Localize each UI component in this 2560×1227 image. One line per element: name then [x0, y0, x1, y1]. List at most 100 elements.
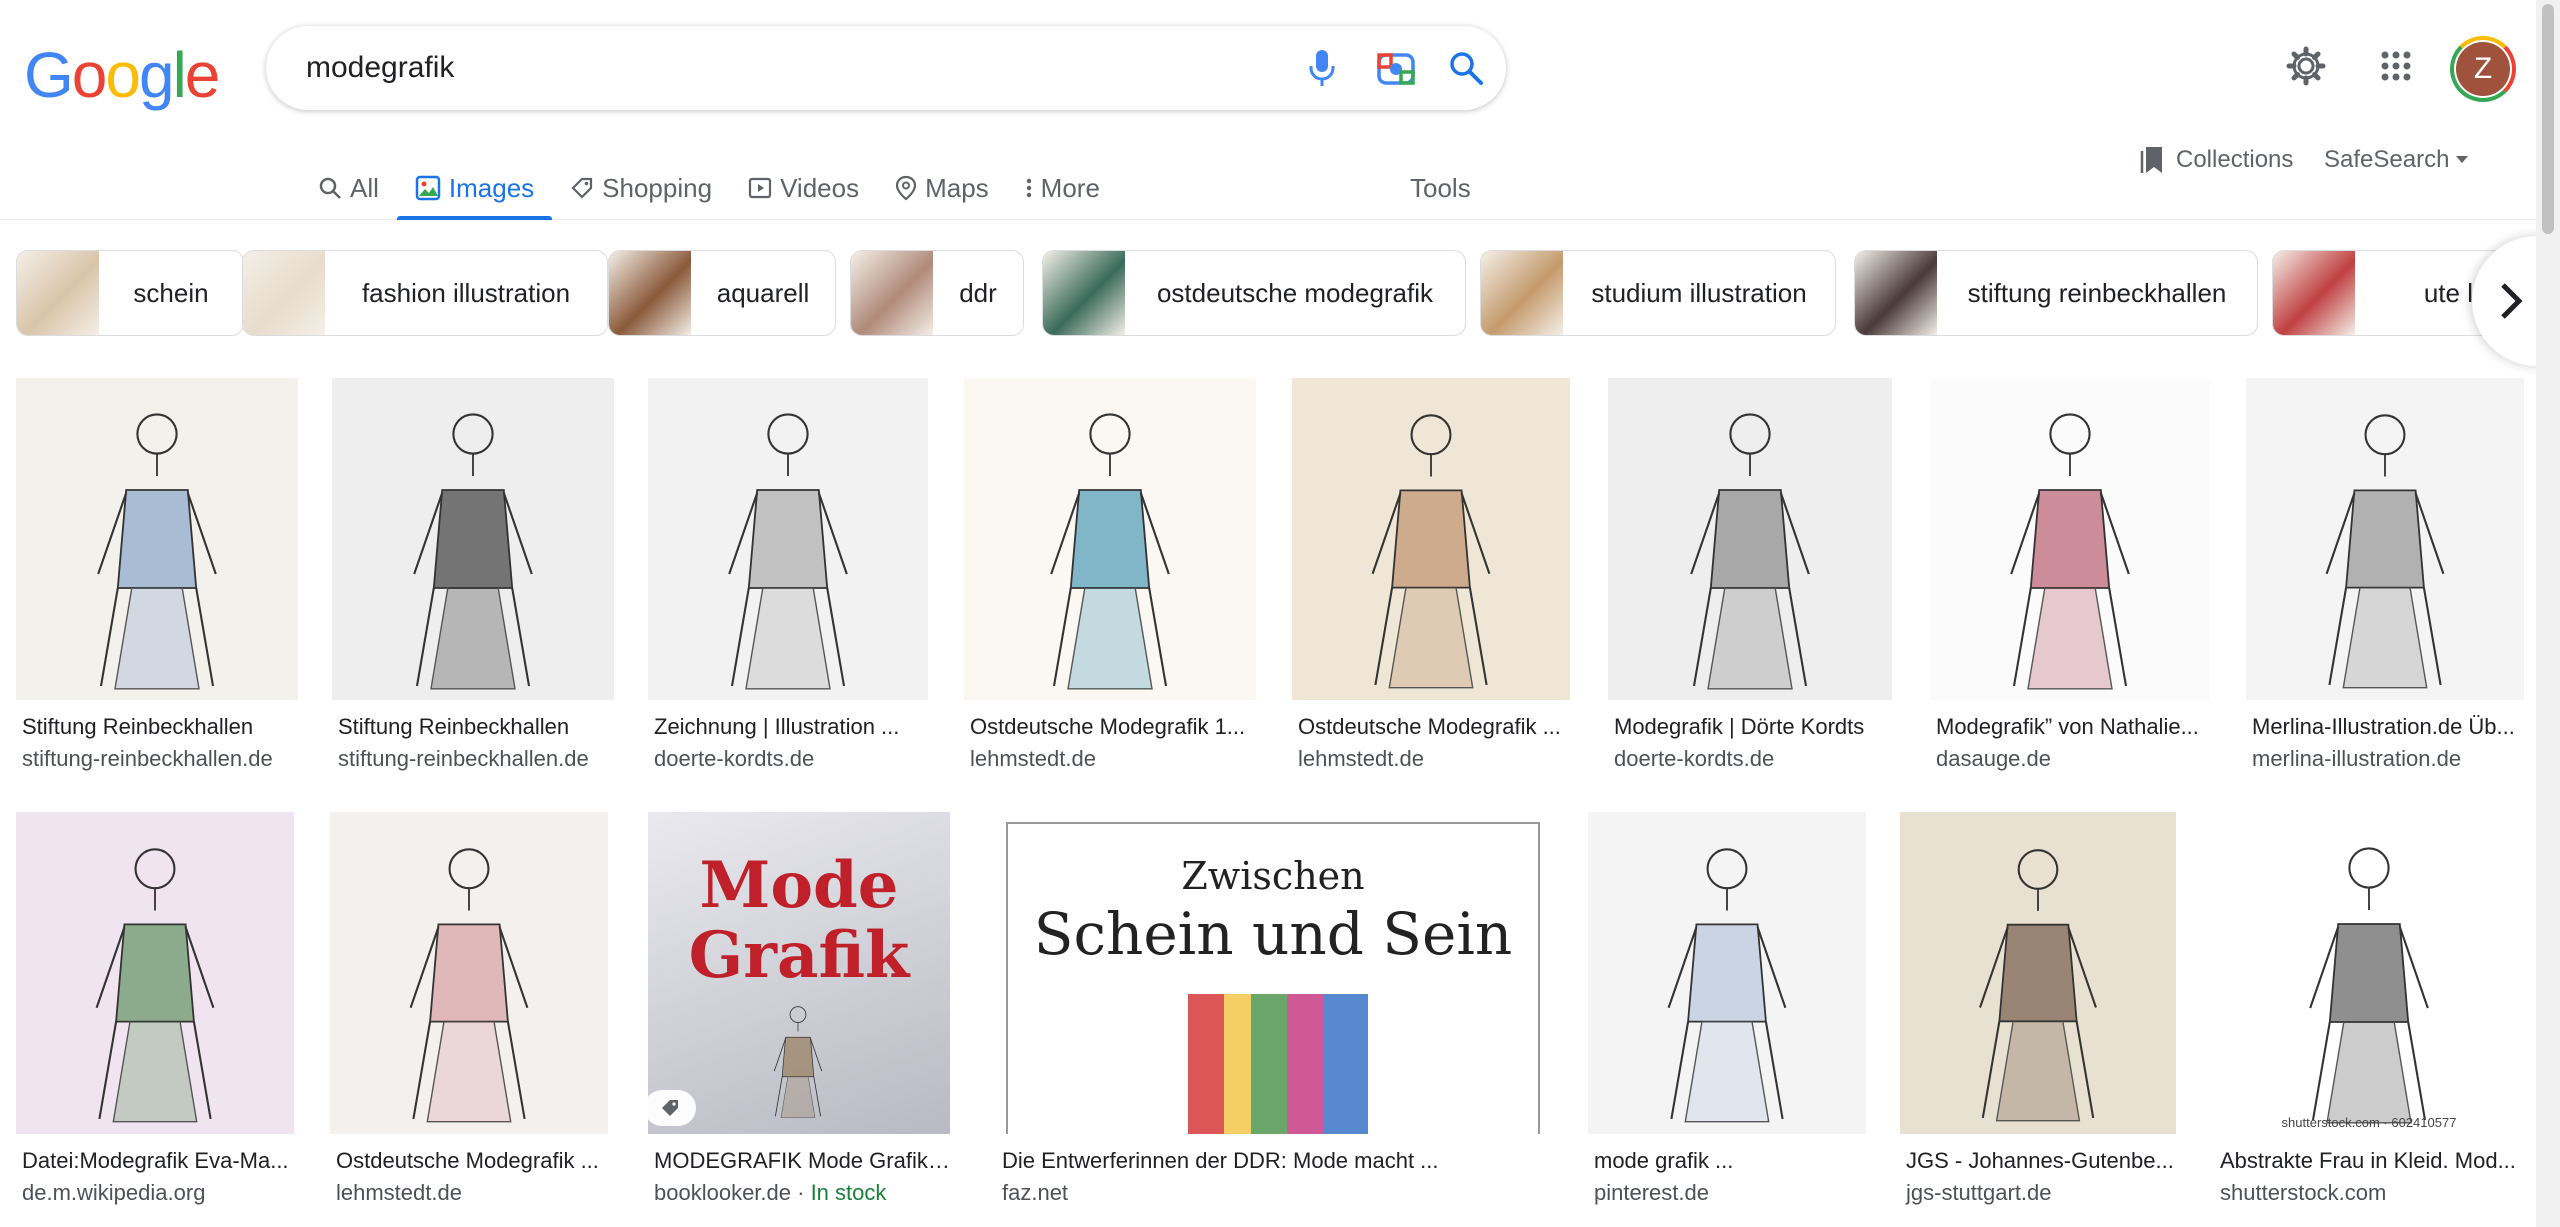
result-title[interactable]: Datei:Modegrafik Eva-Ma...: [16, 1148, 294, 1174]
product-tag-badge: [644, 1090, 696, 1126]
image-result[interactable]: Ostdeutsche Modegrafik 1... lehmstedt.de: [964, 378, 1256, 772]
site-domain: merlina-illustration.de: [2252, 746, 2462, 771]
image-result[interactable]: shutterstock.com · 602410577 Abstrakte Fr…: [2214, 812, 2524, 1206]
result-thumbnail[interactable]: [330, 812, 608, 1134]
image-result[interactable]: Merlina-Illustration.de Üb... merlina-ill…: [2246, 378, 2524, 772]
safesearch-button[interactable]: SafeSearch: [2324, 140, 2469, 180]
map-pin-icon: [895, 175, 917, 201]
result-thumbnail[interactable]: [2246, 378, 2524, 700]
image-result[interactable]: JGS - Johannes-Gutenbe... jgs-stuttgart.d…: [1900, 812, 2176, 1206]
result-thumbnail[interactable]: shutterstock.com · 602410577: [2214, 812, 2524, 1134]
chip-thumbnail: [1481, 251, 1563, 335]
result-thumbnail[interactable]: [964, 378, 1256, 700]
result-title[interactable]: Stiftung Reinbeckhallen: [332, 714, 614, 740]
chip-ostdeutsche-modegrafik[interactable]: ostdeutsche modegrafik: [1042, 250, 1466, 336]
result-site: lehmstedt.de: [1292, 746, 1570, 772]
result-title[interactable]: Ostdeutsche Modegrafik ...: [1292, 714, 1570, 740]
headline-big: Schein und Sein: [1033, 900, 1513, 968]
result-title[interactable]: Ostdeutsche Modegrafik ...: [330, 1148, 608, 1174]
result-site: dasauge.de: [1930, 746, 2210, 772]
image-result[interactable]: Mode Grafik MODEGRAFIK Mode Grafik) e... bo…: [648, 812, 950, 1206]
result-thumbnail[interactable]: [332, 378, 614, 700]
result-title[interactable]: Stiftung Reinbeckhallen: [16, 714, 298, 740]
search-box: [266, 26, 1506, 110]
result-title[interactable]: Die Entwerferinnen der DDR: Mode macht .…: [996, 1148, 1550, 1174]
tab-shopping[interactable]: Shopping: [552, 158, 730, 218]
play-icon: [748, 176, 772, 200]
result-title[interactable]: Ostdeutsche Modegrafik 1...: [964, 714, 1256, 740]
result-thumbnail[interactable]: Zwischen Schein und Sein: [996, 812, 1550, 1134]
tools-button[interactable]: Tools: [1410, 158, 1471, 218]
result-thumbnail[interactable]: [1930, 378, 2210, 700]
site-domain: lehmstedt.de: [970, 746, 1096, 771]
result-title[interactable]: JGS - Johannes-Gutenbe...: [1900, 1148, 2176, 1174]
site-domain: doerte-kordts.de: [1614, 746, 1775, 771]
stock-status: In stock: [810, 1180, 887, 1205]
result-thumbnail[interactable]: [16, 812, 294, 1134]
result-title[interactable]: Modegrafik | Dörte Kordts: [1608, 714, 1892, 740]
result-title[interactable]: mode grafik ...: [1588, 1148, 1866, 1174]
result-thumbnail[interactable]: [648, 378, 928, 700]
image-result[interactable]: Stiftung Reinbeckhallen stiftung-reinbeck…: [16, 378, 298, 772]
chip-fashion-illustration[interactable]: fashion illustration: [242, 250, 608, 336]
logo-letter: o: [105, 39, 141, 111]
settings-gear-icon[interactable]: [2284, 44, 2328, 88]
apps-grid-icon[interactable]: [2374, 44, 2418, 88]
tab-label: Maps: [925, 172, 989, 203]
search-icon[interactable]: [1446, 48, 1486, 88]
image-result[interactable]: Zwischen Schein und Sein Die Entwerferinne…: [996, 812, 1550, 1206]
result-title[interactable]: Abstrakte Frau in Kleid. Mod...: [2214, 1148, 2524, 1174]
logo-letter: l: [172, 39, 187, 111]
chip-schein[interactable]: schein: [16, 250, 244, 336]
result-thumbnail[interactable]: Mode Grafik: [648, 812, 950, 1134]
microphone-icon[interactable]: [1302, 48, 1342, 88]
tab-more[interactable]: More: [1007, 158, 1118, 218]
tab-label: All: [350, 172, 379, 203]
result-site: jgs-stuttgart.de: [1900, 1180, 2176, 1206]
chip-ddr[interactable]: ddr: [850, 250, 1024, 336]
chip-label: schein: [133, 277, 209, 308]
account-avatar[interactable]: Z: [2450, 36, 2516, 102]
image-result[interactable]: Stiftung Reinbeckhallen stiftung-reinbeck…: [332, 378, 614, 772]
result-title[interactable]: Modegrafik” von Nathalie...: [1930, 714, 2210, 740]
chip-thumbnail: [2273, 251, 2355, 335]
image-result[interactable]: Modegrafik | Dörte Kordts doerte-kordts.d…: [1608, 378, 1892, 772]
more-vert-icon: [1025, 176, 1033, 200]
tab-videos[interactable]: Videos: [730, 158, 877, 218]
result-title[interactable]: Merlina-Illustration.de Üb...: [2246, 714, 2524, 740]
google-logo[interactable]: Google: [24, 38, 220, 112]
image-result[interactable]: Datei:Modegrafik Eva-Ma... de.m.wikipedia…: [16, 812, 294, 1206]
tab-images[interactable]: Images: [396, 158, 553, 220]
result-thumbnail[interactable]: [1608, 378, 1892, 700]
collections-button[interactable]: Collections: [2140, 140, 2293, 180]
bookmark-icon: [2140, 145, 2164, 175]
search-input[interactable]: [306, 44, 1206, 92]
tab-maps[interactable]: Maps: [877, 158, 1007, 218]
site-domain: stiftung-reinbeckhallen.de: [22, 746, 273, 771]
chip-studium-illustration[interactable]: studium illustration: [1480, 250, 1836, 336]
result-title[interactable]: MODEGRAFIK Mode Grafik) e...: [648, 1148, 950, 1174]
result-title[interactable]: Zeichnung | Illustration ...: [648, 714, 928, 740]
headline-small: Zwischen: [1181, 854, 1365, 898]
chip-aquarell[interactable]: aquarell: [608, 250, 836, 336]
result-thumbnail[interactable]: [1588, 812, 1866, 1134]
tab-all[interactable]: All: [300, 158, 397, 218]
result-site: faz.net: [996, 1180, 1550, 1206]
result-thumbnail[interactable]: [16, 378, 298, 700]
result-thumbnail[interactable]: [1900, 812, 2176, 1134]
result-site: shutterstock.com: [2214, 1180, 2524, 1206]
camera-lens-icon[interactable]: [1376, 48, 1416, 88]
image-result[interactable]: mode grafik ... pinterest.de: [1588, 812, 1866, 1206]
image-result[interactable]: Ostdeutsche Modegrafik ... lehmstedt.de: [1292, 378, 1570, 772]
result-thumbnail[interactable]: [1292, 378, 1570, 700]
image-result[interactable]: Modegrafik” von Nathalie... dasauge.de: [1930, 378, 2210, 772]
chevron-right-icon: [2498, 281, 2524, 321]
page-scrollbar[interactable]: [2536, 0, 2560, 1227]
scrollbar-thumb[interactable]: [2542, 4, 2554, 234]
image-result[interactable]: Ostdeutsche Modegrafik ... lehmstedt.de: [330, 812, 608, 1206]
image-result[interactable]: Zeichnung | Illustration ... doerte-kordt…: [648, 378, 928, 772]
cover-title-2: Grafik: [688, 918, 910, 993]
result-site: doerte-kordts.de: [648, 746, 928, 772]
site-domain: de.m.wikipedia.org: [22, 1180, 206, 1205]
chip-stiftung-reinbeckhallen[interactable]: stiftung reinbeckhallen: [1854, 250, 2258, 336]
